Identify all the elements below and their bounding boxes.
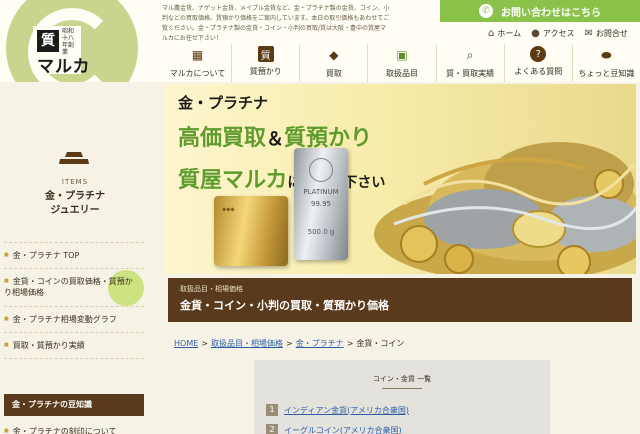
hero-brand: 質屋マルカ bbox=[178, 168, 288, 193]
magnifier-icon: ⌕ bbox=[466, 47, 474, 62]
box-icon: ▣ bbox=[396, 48, 408, 62]
coin-list-item: 2 イーグルコイン(アメリカ合衆国) bbox=[266, 424, 402, 434]
plat-weight: 500.0 g bbox=[307, 228, 335, 236]
shichi-icon: 質 bbox=[257, 46, 274, 62]
sidebar-section-heading: 金・プラチナの豆知識 bbox=[4, 394, 144, 416]
hero-kaitori: 高価買取 bbox=[178, 126, 267, 151]
site-logo[interactable]: 質 マルカ 昭和十八年創業 bbox=[0, 0, 160, 114]
coin-index-panel: コイン・金貨 一覧 1 インディアン金貨(アメリカ合衆国) 2 イーグルコイン(… bbox=[254, 360, 550, 434]
page-title-ribbon: 取扱品目・相場価格 金貨・コイン・小判の買取・質預かり価格 bbox=[168, 278, 632, 322]
sidebar-link-gold-top[interactable]: 金・プラチナ TOP bbox=[4, 250, 144, 261]
gnav-label: 取扱品目 bbox=[385, 69, 418, 78]
hero-line-1: 金・プラチナ bbox=[178, 94, 269, 112]
gnav-results[interactable]: ⌕ 質・買取実績 bbox=[435, 44, 504, 82]
util-home-link[interactable]: ⌂ ホーム bbox=[488, 28, 521, 39]
home-icon: ⌂ bbox=[488, 28, 495, 39]
platinum-seal bbox=[309, 158, 333, 182]
divider bbox=[4, 306, 144, 307]
gnav-label: 質預かり bbox=[249, 67, 282, 76]
breadcrumb-home[interactable]: HOME bbox=[174, 339, 198, 348]
gnav-label: マルカについて bbox=[169, 69, 226, 78]
sidebar-link-coin-price[interactable]: 金貨・コインの買取価格・質預かり相場価格 bbox=[4, 276, 140, 298]
items-label: ITEMS bbox=[61, 178, 89, 186]
breadcrumb-current: 金貨・コイン bbox=[356, 339, 405, 348]
store-icon: ▦ bbox=[191, 48, 204, 62]
intro-line: 判などの買取価格、質預かり価格をご案内しています。本日の取引価格もあわせてご bbox=[162, 15, 390, 22]
util-contact-label: お問合せ bbox=[595, 29, 628, 38]
gnav-about[interactable]: ▦ マルカについて bbox=[164, 44, 231, 82]
hero-line-3: 質屋マルカにお任せ下さい bbox=[178, 162, 385, 194]
diamond-icon: ◆ bbox=[329, 48, 339, 62]
util-access-label: アクセス bbox=[542, 29, 575, 38]
gold-bars-icon bbox=[59, 152, 89, 164]
intro-text: マル農金貨、ナゲット金貨、メイプル金貨など、金・プラチナ製の金貨、コイン、小 判… bbox=[162, 4, 430, 44]
sidebar: ITEMS 金・プラチナ ジュエリー 金・プラチナ TOP 金貨・コインの買取価… bbox=[0, 82, 160, 434]
divider bbox=[4, 332, 144, 333]
breadcrumb-gold[interactable]: 金・プラチナ bbox=[296, 339, 344, 348]
phone-icon: ✆ bbox=[479, 4, 493, 18]
global-nav: ▦ マルカについて 質 質預かり ◆ 買取 ▣ 取扱品目 ⌕ 質・買取実績 ? … bbox=[164, 44, 640, 82]
bean-icon: ⬬ bbox=[601, 47, 612, 62]
utility-nav: ⌂ ホーム ● アクセス ✉ お問合せ bbox=[478, 28, 628, 39]
coin-list-item: 1 インディアン金貨(アメリカ合衆国) bbox=[266, 404, 409, 416]
coin-list-number: 2 bbox=[266, 424, 278, 434]
util-access-link[interactable]: ● アクセス bbox=[531, 28, 574, 39]
gnav-label: よくある質問 bbox=[514, 67, 563, 76]
coin-list-number: 1 bbox=[266, 404, 278, 416]
gnav-pawn[interactable]: 質 質預かり bbox=[231, 44, 299, 82]
coin-list-link[interactable]: イーグルコイン(アメリカ合衆国) bbox=[284, 425, 402, 434]
divider bbox=[4, 268, 144, 269]
gold-bar-image: ⬥⬥⬥ bbox=[214, 196, 288, 266]
hero-banner: 金・プラチナ 高価買取＆質預かり 質屋マルカにお任せ下さい ⬥⬥⬥ PLATIN… bbox=[164, 84, 636, 274]
sidebar-title-line: ジュエリー bbox=[50, 205, 100, 216]
breadcrumb-sep: > bbox=[201, 339, 208, 348]
intro-line: マル農金貨、ナゲット金貨、メイプル金貨など、金・プラチナ製の金貨、コイン、小 bbox=[162, 5, 390, 12]
coin-list-link[interactable]: インディアン金貨(アメリカ合衆国) bbox=[284, 405, 409, 416]
logo-shichi-mark: 質 bbox=[37, 30, 59, 52]
contact-button-label: お問い合わせはこちら bbox=[501, 7, 601, 19]
plat-brand: PLATINUM bbox=[303, 188, 339, 196]
intro-line: 覧ください。金・プラチナ製の金貨・コイン・小判の買取/質は大阪・豊中の質屋マ bbox=[162, 25, 387, 32]
sidebar-title-line: 金・プラチナ bbox=[45, 191, 105, 202]
gnav-buy[interactable]: ◆ 買取 bbox=[299, 44, 367, 82]
util-contact-link[interactable]: ✉ お問合せ bbox=[584, 28, 627, 39]
util-home-label: ホーム bbox=[497, 29, 522, 38]
gnav-label: 質・買取実績 bbox=[446, 69, 495, 78]
divider bbox=[4, 242, 144, 243]
gnav-trivia[interactable]: ⬬ ちょっと豆知識 bbox=[571, 44, 640, 82]
gnav-items[interactable]: ▣ 取扱品目 bbox=[367, 44, 435, 82]
breadcrumb-sep: > bbox=[285, 339, 293, 348]
map-pin-icon: ● bbox=[531, 28, 540, 39]
breadcrumb: HOME > 取扱品目・相場価格 > 金・プラチナ > 金貨・コイン bbox=[174, 338, 404, 349]
sidebar-link-hallmark[interactable]: 金・プラチナの刻印について bbox=[4, 426, 144, 434]
site-header: 質 マルカ 昭和十八年創業 マル農金貨、ナゲット金貨、メイプル金貨など、金・プラ… bbox=[0, 0, 640, 114]
jewelry-pile-image bbox=[374, 142, 636, 274]
page-subtitle: 取扱品目・相場価格 bbox=[180, 285, 243, 293]
question-icon: ? bbox=[530, 46, 547, 62]
sidebar-link-price-graph[interactable]: 金・プラチナ相場変動グラフ bbox=[4, 314, 144, 325]
gold-bar-stamp: ⬥⬥⬥ bbox=[222, 206, 235, 213]
mail-icon: ✉ bbox=[584, 28, 593, 39]
intro-line: ルカにお任せ下さい！ bbox=[162, 35, 222, 42]
sidebar-title: 金・プラチナ ジュエリー bbox=[0, 190, 150, 218]
sidebar-link-results[interactable]: 買取・質預かり実績 bbox=[4, 340, 144, 351]
platinum-bar-image: PLATINUM 99.95 500.0 g bbox=[294, 148, 348, 260]
divider bbox=[4, 358, 144, 359]
breadcrumb-items[interactable]: 取扱品目・相場価格 bbox=[211, 339, 283, 348]
hero-amp: ＆ bbox=[266, 129, 285, 150]
coin-list-title: コイン・金貨 一覧 bbox=[254, 374, 550, 389]
contact-button[interactable]: ✆ お問い合わせはこちら bbox=[440, 0, 640, 22]
plat-purity: 99.95 bbox=[310, 200, 332, 208]
page-title: 金貨・コイン・小判の買取・質預かり価格 bbox=[180, 299, 389, 312]
gnav-label: 買取 bbox=[325, 69, 342, 78]
breadcrumb-sep: > bbox=[346, 339, 354, 348]
gnav-faq[interactable]: ? よくある質問 bbox=[503, 44, 572, 82]
gnav-label: ちょっと豆知識 bbox=[578, 69, 635, 78]
logo-founded: 昭和十八年創業 bbox=[62, 28, 75, 56]
